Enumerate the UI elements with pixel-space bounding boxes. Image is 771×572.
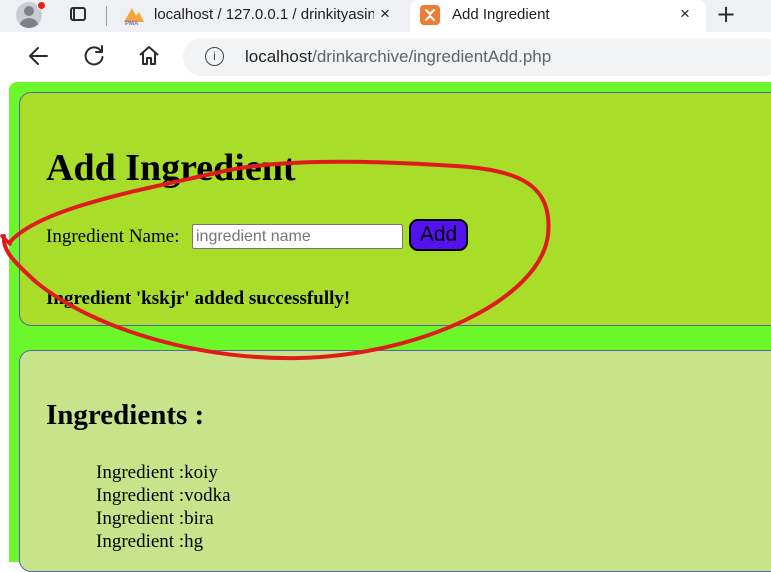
close-tab-icon[interactable]: × [380, 4, 390, 24]
avatar-head-shape [24, 6, 34, 16]
success-message: Ingredient 'kskjr' added successfully! [46, 288, 351, 309]
svg-text:PMA: PMA [125, 21, 139, 26]
tab-bar: PMA localhost / 127.0.0.1 / drinkityasin… [0, 0, 771, 32]
list-item: Ingredient :hg [96, 531, 204, 552]
page-title: Add Ingredient [46, 147, 296, 189]
ingredients-heading: Ingredients : [46, 399, 205, 431]
add-button[interactable]: Add [409, 219, 468, 251]
divider [106, 6, 107, 26]
ingredient-name-label: Ingredient Name: [46, 226, 180, 247]
notification-dot [37, 1, 46, 10]
list-item: Ingredient :bira [96, 508, 214, 529]
tab-title: localhost / 127.0.0.1 / drinkityasin [154, 6, 374, 23]
ingredient-name-input[interactable] [192, 224, 403, 249]
ingredients-panel: Ingredients : Ingredient :koiy Ingredien… [19, 350, 771, 572]
avatar-body-shape [19, 18, 39, 28]
list-item: Ingredient :koiy [96, 462, 218, 483]
info-icon[interactable]: i [205, 47, 224, 66]
close-tab-icon[interactable]: × [680, 4, 690, 24]
home-icon[interactable] [135, 42, 163, 70]
new-tab-icon[interactable]: + [716, 0, 736, 28]
tab-title: Add Ingredient [452, 6, 550, 23]
back-arrow-icon[interactable] [25, 42, 53, 70]
url-host: localhost [245, 47, 313, 66]
navigation-bar: i localhost/drinkarchive/ingredientAdd.p… [0, 32, 771, 82]
url-path: /drinkarchive/ingredientAdd.php [312, 47, 552, 66]
add-ingredient-panel: Add Ingredient Ingredient Name: Add Ingr… [19, 92, 771, 326]
tab-phpmyadmin[interactable]: PMA localhost / 127.0.0.1 / drinkityasin… [118, 0, 404, 32]
url-text: localhost/drinkarchive/ingredientAdd.php [245, 47, 551, 67]
tab-actions-icon[interactable] [70, 7, 86, 21]
reload-icon[interactable] [80, 42, 108, 70]
page-background: Add Ingredient Ingredient Name: Add Ingr… [9, 82, 771, 572]
xampp-icon [420, 5, 440, 25]
ingredients-list: Ingredient :koiy Ingredient :vodka Ingre… [96, 461, 231, 553]
list-item: Ingredient :vodka [96, 485, 231, 506]
phpmyadmin-icon: PMA [124, 8, 144, 26]
tab-add-ingredient[interactable]: Add Ingredient × [410, 0, 706, 32]
address-bar[interactable]: i localhost/drinkarchive/ingredientAdd.p… [183, 38, 771, 76]
page-content: Add Ingredient Ingredient Name: Add Ingr… [0, 82, 771, 572]
